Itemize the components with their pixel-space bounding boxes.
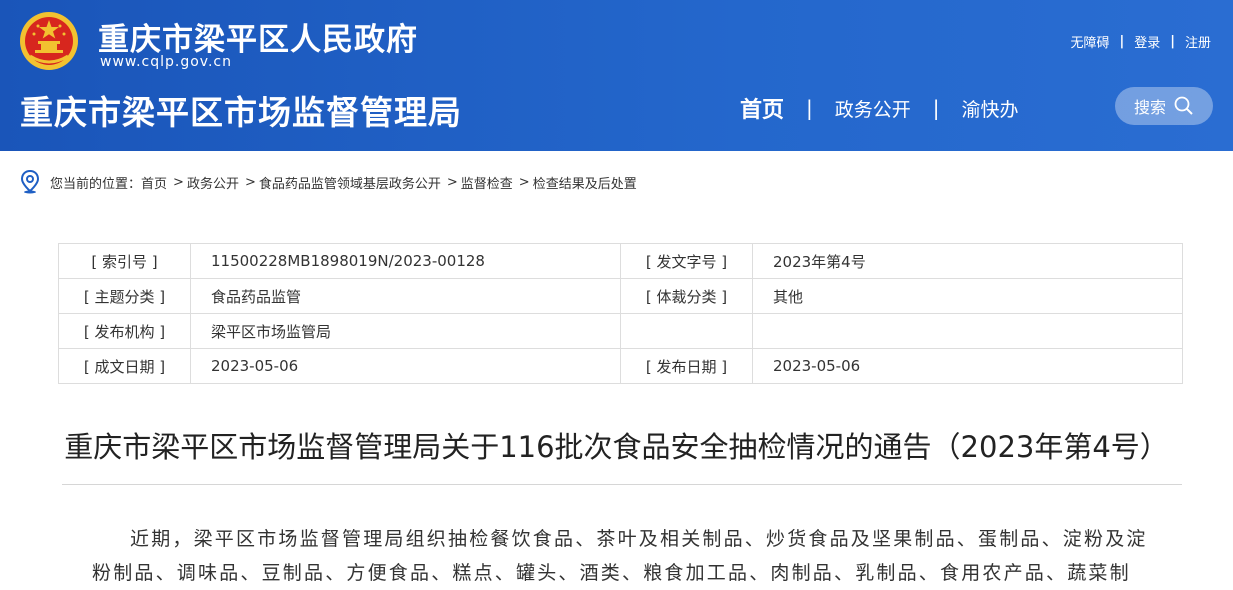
table-row: [ 主题分类 ] 食品药品监管 [ 体裁分类 ] 其他 bbox=[58, 278, 1183, 314]
breadcrumb-gov-affairs[interactable]: 政务公开 bbox=[187, 173, 239, 192]
accessibility-link[interactable]: 无障碍 bbox=[1070, 32, 1109, 51]
breadcrumb-food-drug[interactable]: 食品药品监管领域基层政务公开 bbox=[259, 173, 441, 192]
main-nav: 首页 | 政务公开 | 渝快办 bbox=[740, 92, 1019, 124]
document-info-table: [ 索引号 ] 11500228MB1898019N/2023-00128 [ … bbox=[58, 243, 1183, 384]
breadcrumb-prefix: 您当前的位置： bbox=[50, 176, 142, 192]
breadcrumb: 您当前的位置： 首页 > 政务公开 > 食品药品监管领域基层政务公开 > 监督检… bbox=[20, 170, 637, 194]
location-pin-icon bbox=[20, 170, 40, 194]
separator: | bbox=[1170, 34, 1175, 49]
nav-separator: | bbox=[932, 96, 940, 120]
table-row: [ 成文日期 ] 2023-05-06 [ 发布日期 ] 2023-05-06 bbox=[58, 348, 1183, 384]
nav-separator: | bbox=[806, 96, 813, 120]
info-label: [ 发布日期 ] bbox=[620, 348, 753, 384]
info-value bbox=[752, 313, 1183, 349]
login-link[interactable]: 登录 bbox=[1134, 32, 1160, 51]
top-links: 无障碍 | 登录 | 注册 bbox=[1070, 32, 1211, 51]
breadcrumb-home[interactable]: 首页 bbox=[141, 173, 167, 192]
article-title: 重庆市梁平区市场监督管理局关于116批次食品安全抽检情况的通告（2023年第4号… bbox=[64, 430, 1169, 464]
info-label: [ 成文日期 ] bbox=[58, 348, 191, 384]
register-link[interactable]: 注册 bbox=[1185, 32, 1211, 51]
breadcrumb-separator: > bbox=[173, 174, 184, 190]
breadcrumb-separator: > bbox=[244, 174, 256, 190]
info-label: [ 主题分类 ] bbox=[58, 278, 191, 314]
department-name: 重庆市梁平区市场监督管理局 bbox=[20, 93, 462, 132]
search-button[interactable]: 搜索 bbox=[1115, 87, 1213, 125]
info-label: [ 体裁分类 ] bbox=[620, 278, 753, 314]
nav-home[interactable]: 首页 bbox=[740, 92, 784, 124]
info-label: [ 索引号 ] bbox=[58, 243, 191, 279]
table-row: [ 索引号 ] 11500228MB1898019N/2023-00128 [ … bbox=[58, 243, 1183, 279]
separator: | bbox=[1119, 34, 1125, 49]
nav-gov-affairs[interactable]: 政务公开 bbox=[835, 95, 911, 122]
info-value: 2023年第4号 bbox=[752, 243, 1183, 279]
national-emblem-icon bbox=[20, 12, 78, 70]
info-label: [ 发文字号 ] bbox=[620, 243, 753, 279]
breadcrumb-separator: > bbox=[446, 174, 458, 190]
site-header: 重庆市梁平区人民政府 www.cqlp.gov.cn 重庆市梁平区市场监督管理局… bbox=[0, 0, 1233, 151]
info-value: 11500228MB1898019N/2023-00128 bbox=[190, 243, 621, 279]
info-label: [ 发布机构 ] bbox=[58, 313, 191, 349]
nav-yukuaiban[interactable]: 渝快办 bbox=[962, 95, 1019, 122]
breadcrumb-results[interactable]: 检查结果及后处置 bbox=[533, 173, 637, 192]
breadcrumb-separator: > bbox=[518, 174, 530, 190]
info-label bbox=[620, 313, 753, 349]
gov-site-url: www.cqlp.gov.cn bbox=[100, 54, 232, 70]
info-value: 其他 bbox=[752, 278, 1183, 314]
search-icon bbox=[1174, 96, 1193, 115]
table-row: [ 发布机构 ] 梁平区市场监管局 bbox=[58, 313, 1183, 349]
info-value: 梁平区市场监管局 bbox=[190, 313, 621, 349]
info-value: 食品药品监管 bbox=[190, 278, 621, 314]
article-body: 近期，梁平区市场监督管理局组织抽检餐饮食品、茶叶及相关制品、炒货食品及坚果制品、… bbox=[92, 522, 1152, 590]
search-label: 搜索 bbox=[1133, 98, 1166, 117]
info-value: 2023-05-06 bbox=[190, 348, 621, 384]
breadcrumb-inspection[interactable]: 监督检查 bbox=[461, 173, 513, 192]
divider bbox=[62, 484, 1182, 485]
info-value: 2023-05-06 bbox=[752, 348, 1183, 384]
article-paragraph: 近期，梁平区市场监督管理局组织抽检餐饮食品、茶叶及相关制品、炒货食品及坚果制品、… bbox=[92, 528, 1148, 584]
gov-site-name[interactable]: 重庆市梁平区人民政府 bbox=[98, 14, 418, 59]
